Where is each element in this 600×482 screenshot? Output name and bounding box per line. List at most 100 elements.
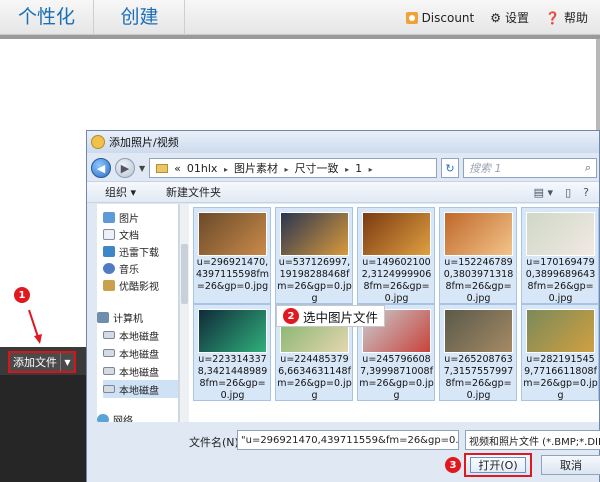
file-item[interactable]: u=1522467890,38039713188fm=26&gp=0.jpg: [439, 207, 517, 304]
back-icon[interactable]: ◀: [91, 158, 111, 178]
file-item[interactable]: u=2652087637,31575579978fm=26&gp=0.jpg: [439, 304, 517, 401]
thunder-download-icon: [103, 245, 115, 257]
tab-personalize[interactable]: 个性化: [0, 0, 94, 35]
nav-label: 本地磁盘: [119, 331, 159, 343]
network-icon: [97, 413, 109, 422]
image-thumbnail: [362, 212, 431, 256]
breadcrumb-item[interactable]: 图片素材: [234, 160, 289, 176]
callout-text: 选中图片文件: [303, 309, 379, 325]
nav-label: 网络: [113, 415, 133, 423]
pictures-icon: [103, 211, 115, 223]
nav-item-network[interactable]: 网络: [97, 410, 133, 422]
breadcrumb-item[interactable]: 01hlx: [187, 162, 228, 175]
new-folder-button[interactable]: 新建文件夹: [166, 184, 221, 200]
app-icon: [91, 135, 105, 149]
breadcrumb-item[interactable]: 尺寸一致: [295, 160, 350, 176]
disk-icon: [103, 385, 115, 393]
add-file-label: 添加文件: [13, 356, 57, 369]
settings-button[interactable]: ⚙ 设置: [490, 9, 529, 26]
file-name: u=2233143378,34214489898fm=26&gp=0.jpg: [197, 354, 268, 401]
open-button-face: 打开(O): [470, 457, 526, 473]
open-button[interactable]: 打开(O): [464, 453, 532, 477]
file-item[interactable]: u=2233143378,34214489898fm=26&gp=0.jpg: [193, 304, 271, 401]
preview-pane-icon[interactable]: ▯: [565, 186, 571, 199]
view-controls: ▤ ▾ ▯ ?: [534, 186, 599, 199]
arrow-icon: [28, 309, 42, 344]
nav-item-disk[interactable]: 本地磁盘: [103, 362, 159, 380]
filetype-select[interactable]: 视频和照片文件 (*.BMP;*.DIB;*: [465, 430, 600, 450]
address-row: ◀ ▶ ▼ « 01hlx 图片素材 尺寸一致 1 ↻ 搜索 1 ⌕: [91, 155, 597, 181]
select-image-callout: 2 选中图片文件: [276, 305, 386, 327]
search-placeholder: 搜索 1: [469, 162, 502, 175]
file-name: u=1522467890,38039713188fm=26&gp=0.jpg: [443, 257, 514, 304]
folder-icon: [156, 163, 169, 173]
nav-label: 迅雷下载: [119, 247, 159, 259]
file-item[interactable]: u=296921470,4397115598fm=26&gp=0.jpg: [193, 207, 271, 304]
navigation-pane: 图片 文档 迅雷下载 音乐 优酷影视 计算机 本地磁盘 本地磁盘 本地磁盘 本地…: [97, 204, 179, 422]
file-name: u=2821915459,7716611808fm=26&gp=0.jpg: [523, 354, 598, 401]
chevron-down-icon[interactable]: ▼: [60, 353, 74, 371]
image-thumbnail: [444, 212, 513, 256]
image-thumbnail: [198, 309, 267, 353]
nav-item-documents[interactable]: 文档: [103, 225, 139, 243]
music-icon: [103, 262, 115, 274]
dialog-toolbar: 组织 ▾ 新建文件夹 ▤ ▾ ▯ ?: [87, 181, 599, 203]
search-input[interactable]: 搜索 1 ⌕: [463, 158, 597, 178]
image-thumbnail: [444, 309, 513, 353]
nav-scrollbar[interactable]: [179, 204, 189, 422]
header-divider: [0, 35, 600, 39]
filename-input[interactable]: "u=296921470,439711559&fm=26&gp=0.jpg": [237, 430, 459, 450]
cancel-button[interactable]: 取消: [541, 455, 600, 475]
help-icon[interactable]: ?: [583, 186, 589, 199]
history-dropdown-icon[interactable]: ▼: [139, 164, 145, 173]
file-name: u=1496021002,31249999068fm=26&gp=0.jpg: [361, 257, 432, 304]
help-button[interactable]: ❓ 帮助: [545, 9, 588, 26]
documents-icon: [103, 228, 115, 240]
file-name: u=2457966087,3999871008fm=26&gp=0.jpg: [359, 354, 434, 401]
nav-label: 图片: [119, 213, 139, 225]
scrollbar-thumb[interactable]: [181, 244, 188, 304]
view-options-icon[interactable]: ▤ ▾: [534, 186, 553, 199]
nav-item-video[interactable]: 优酷影视: [103, 276, 159, 294]
refresh-icon[interactable]: ↻: [441, 158, 459, 178]
gear-icon: ⚙: [490, 10, 502, 25]
discount-button[interactable]: Discount: [405, 10, 475, 25]
file-item[interactable]: u=2821915459,7716611808fm=26&gp=0.jpg: [521, 304, 599, 401]
nav-item-music[interactable]: 音乐: [103, 259, 139, 277]
breadcrumb-overflow[interactable]: «: [174, 162, 181, 175]
discount-label: Discount: [421, 10, 475, 25]
image-thumbnail: [526, 212, 595, 256]
nav-item-pictures[interactable]: 图片: [103, 208, 139, 226]
file-item[interactable]: u=1496021002,31249999068fm=26&gp=0.jpg: [357, 207, 435, 304]
nav-item-downloads[interactable]: 迅雷下载: [103, 242, 159, 260]
step-3-badge: 3: [445, 457, 461, 473]
add-file-button[interactable]: 添加文件 ▼: [8, 351, 76, 373]
nav-label: 文档: [119, 230, 139, 242]
search-icon: ⌕: [584, 161, 591, 174]
disk-icon: [103, 331, 115, 339]
discount-icon: [405, 11, 418, 24]
dialog-title: 添加照片/视频: [109, 136, 179, 149]
organize-button[interactable]: 组织 ▾: [105, 184, 136, 200]
nav-label: 本地磁盘: [119, 367, 159, 379]
nav-item-disk[interactable]: 本地磁盘: [103, 344, 159, 362]
nav-label: 音乐: [119, 264, 139, 276]
image-thumbnail: [280, 212, 349, 256]
top-bar: 个性化 创建 Discount ⚙ 设置 ❓ 帮助: [0, 0, 600, 35]
file-grid: u=296921470,4397115598fm=26&gp=0.jpg u=53…: [189, 204, 599, 422]
open-label: 打开(O): [478, 459, 518, 472]
file-item[interactable]: u=1701694790,38996896438fm=26&gp=0.jpg: [521, 207, 599, 304]
tab-create[interactable]: 创建: [95, 0, 185, 35]
image-thumbnail: [198, 212, 267, 256]
file-name: u=537126997,19198288468fm=26&gp=0.jpg: [277, 257, 352, 304]
nav-item-computer[interactable]: 计算机: [97, 308, 143, 326]
nav-item-disk[interactable]: 本地磁盘: [103, 326, 159, 344]
nav-item-disk-selected[interactable]: 本地磁盘: [103, 380, 178, 398]
address-bar[interactable]: « 01hlx 图片素材 尺寸一致 1: [149, 158, 437, 178]
forward-icon[interactable]: ▶: [115, 158, 135, 178]
computer-icon: [97, 311, 109, 323]
file-item[interactable]: u=537126997,19198288468fm=26&gp=0.jpg: [275, 207, 353, 304]
nav-label: 优酷影视: [119, 281, 159, 293]
breadcrumb-item[interactable]: 1: [355, 162, 373, 175]
top-right-menu: Discount ⚙ 设置 ❓ 帮助: [405, 0, 588, 35]
